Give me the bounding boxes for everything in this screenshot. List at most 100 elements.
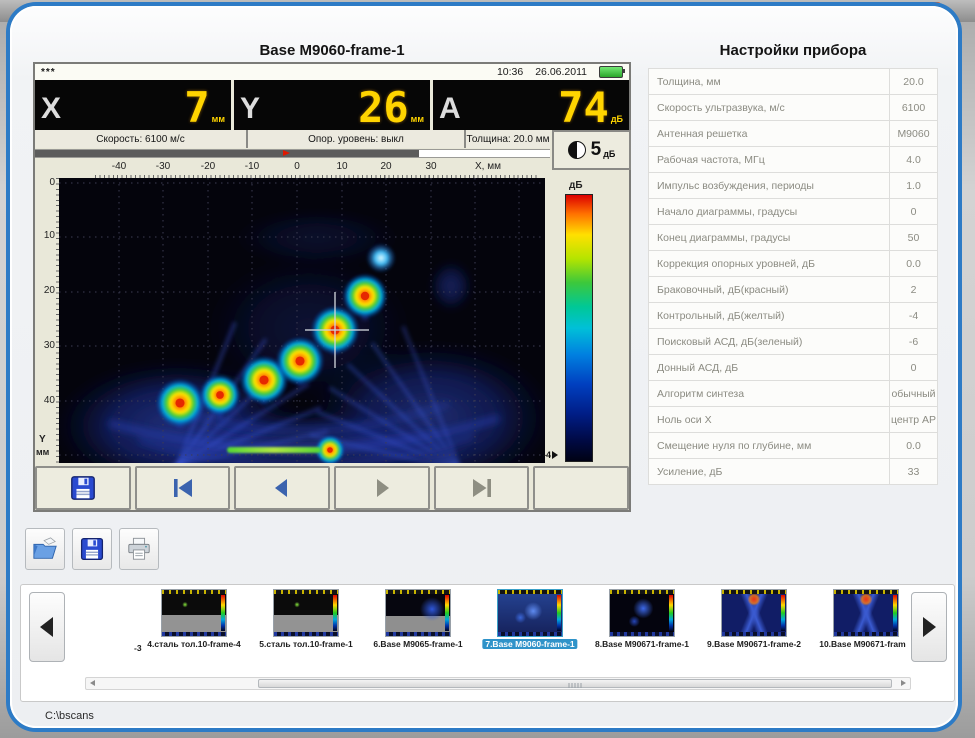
setting-value: 50	[890, 225, 938, 251]
bscan-svg	[59, 178, 545, 463]
nav-spacer-button[interactable]	[533, 466, 629, 510]
setting-label: Донный АСД, дБ	[649, 355, 890, 381]
setting-value: 0	[890, 199, 938, 225]
thumbnail-bottombar	[386, 632, 450, 636]
device-time: 10:36	[497, 66, 523, 78]
filmstrip-label: 8.Base M90671-frame-1	[595, 639, 689, 649]
setting-value: 6100	[890, 95, 938, 121]
y-axis-tick: 20	[44, 285, 55, 296]
filmstrip-label-partial: -3	[134, 643, 142, 653]
filmstrip-thumbnail[interactable]	[161, 589, 227, 637]
last-frame-icon	[469, 477, 495, 499]
scan-position-bar	[35, 149, 550, 158]
filmstrip-label: 9.Base M90671-frame-2	[707, 639, 801, 649]
thumbnail-image	[722, 594, 786, 632]
filmstrip-thumbnail[interactable]	[385, 589, 451, 637]
settings-row: Контрольный, дБ(желтый)-4	[649, 303, 938, 329]
open-file-button[interactable]	[25, 528, 65, 570]
filmstrip-item[interactable]: 7.Base M9060-frame-1	[497, 589, 563, 653]
x-axis-unit: X, мм	[475, 161, 501, 172]
readout-panels: X7ммY26ммA74дБ	[35, 80, 629, 130]
scan-position-fill	[35, 150, 419, 157]
x-axis-tick: -30	[156, 161, 170, 172]
prev-frame-button[interactable]	[234, 466, 330, 510]
filmstrip-thumbnail[interactable]	[833, 589, 899, 637]
readout-value: 7	[184, 89, 209, 128]
save-file-button[interactable]	[72, 528, 112, 570]
filmstrip-scroll-right-button[interactable]	[911, 592, 947, 662]
filmstrip-label: 4.сталь тол.10-frame-4	[147, 639, 240, 649]
thumbnail-image	[834, 594, 898, 632]
filmstrip-thumbnail[interactable]	[497, 589, 563, 637]
y-axis-tick: 30	[44, 340, 55, 351]
thumbnail-bottombar	[834, 632, 898, 636]
filmstrip-scroll-left-button[interactable]	[29, 592, 65, 662]
settings-row: Скорость ультразвука, м/с6100	[649, 95, 938, 121]
arrow-left-icon	[37, 615, 57, 639]
setting-value: 4.0	[890, 147, 938, 173]
thumbnail-colorbar	[333, 595, 337, 631]
save-icon	[69, 474, 97, 502]
setting-label: Толщина, мм	[649, 69, 890, 95]
thumbnail-image	[610, 594, 674, 632]
setting-value: 0.0	[890, 251, 938, 277]
settings-row: Импульс возбуждения, периоды1.0	[649, 173, 938, 199]
readout-x: X7мм	[35, 80, 231, 130]
filmstrip-thumbnail[interactable]	[609, 589, 675, 637]
thumbnail-colorbar	[557, 595, 561, 631]
scrollbar-thumb[interactable]	[258, 679, 892, 688]
filmstrip-label: 7.Base M9060-frame-1	[482, 639, 577, 649]
readout-value: 74	[558, 89, 609, 128]
scrollbar-right-arrow-icon[interactable]	[901, 680, 906, 686]
next-frame-button[interactable]	[334, 466, 430, 510]
settings-table: Толщина, мм20.0Скорость ультразвука, м/с…	[648, 68, 938, 485]
filmstrip-item[interactable]: 5.сталь тол.10-frame-1	[273, 589, 339, 653]
x-axis-tick: 0	[294, 161, 300, 172]
filmstrip-label: 5.сталь тол.10-frame-1	[259, 639, 352, 649]
y-axis-tick: 10	[44, 230, 55, 241]
info-strip: Скорость: 6100 м/сОпор. уровень: выклТол…	[35, 130, 550, 148]
colorbar-column: дБ -4	[545, 178, 633, 463]
contrast-icon	[568, 141, 586, 159]
filmstrip-thumbnail[interactable]	[721, 589, 787, 637]
colorbar-threshold-value: -4	[543, 450, 551, 460]
screen: АДМ-интровизор Base M9060-frame-1 Настро…	[0, 0, 975, 738]
settings-row: Алгоритм синтезаобычный	[649, 381, 938, 407]
thumbnail-bottombar	[610, 632, 674, 636]
thumbnail-colorbar	[893, 595, 897, 631]
setting-value: центр АР	[890, 407, 938, 433]
setting-label: Браковочный, дБ(красный)	[649, 277, 890, 303]
filmstrip-item[interactable]: 4.сталь тол.10-frame-4	[161, 589, 227, 653]
x-axis-tick: 20	[380, 161, 391, 172]
filmstrip-item[interactable]: 9.Base M90671-frame-2	[721, 589, 787, 653]
settings-row: Усиление, дБ33	[649, 459, 938, 485]
filmstrip-item[interactable]: 6.Base M9065-frame-1	[385, 589, 451, 653]
bscan-image[interactable]	[59, 178, 545, 463]
filmstrip-thumbnail[interactable]	[273, 589, 339, 637]
save-frame-button[interactable]	[35, 466, 131, 510]
last-frame-button[interactable]	[434, 466, 530, 510]
filmstrip-label: 10.Base M90671-fram...	[819, 639, 906, 649]
setting-label: Коррекция опорных уровней, дБ	[649, 251, 890, 277]
filmstrip-item[interactable]: 8.Base M90671-frame-1	[609, 589, 675, 653]
setting-label: Скорость ультразвука, м/с	[649, 95, 890, 121]
settings-row: Смещение нуля по глубине, мм0.0	[649, 433, 938, 459]
readout-unit: мм	[411, 114, 424, 124]
filmstrip-item[interactable]: 10.Base M90671-fram...	[833, 589, 899, 653]
setting-value: 33	[890, 459, 938, 485]
contrast-control[interactable]: 5 дБ	[552, 130, 631, 170]
thumbnail-bottombar	[162, 632, 226, 636]
scrollbar-left-arrow-icon[interactable]	[90, 680, 95, 686]
y-axis-tick: 0	[49, 177, 55, 188]
print-button[interactable]	[119, 528, 159, 570]
filmstrip-viewport: 4.сталь тол.10-frame-4 5.сталь тол.10-fra…	[71, 589, 906, 659]
readout-a: A74дБ	[433, 80, 629, 130]
first-frame-button[interactable]	[135, 466, 231, 510]
setting-label: Начало диаграммы, градусы	[649, 199, 890, 225]
thumbnail-colorbar	[445, 595, 449, 631]
x-axis-tick: -20	[201, 161, 215, 172]
setting-value: 1.0	[890, 173, 938, 199]
settings-row: Поисковый АСД, дБ(зеленый)-6	[649, 329, 938, 355]
settings-title: Настройки прибора	[648, 42, 938, 59]
filmstrip-scrollbar[interactable]	[85, 677, 911, 690]
